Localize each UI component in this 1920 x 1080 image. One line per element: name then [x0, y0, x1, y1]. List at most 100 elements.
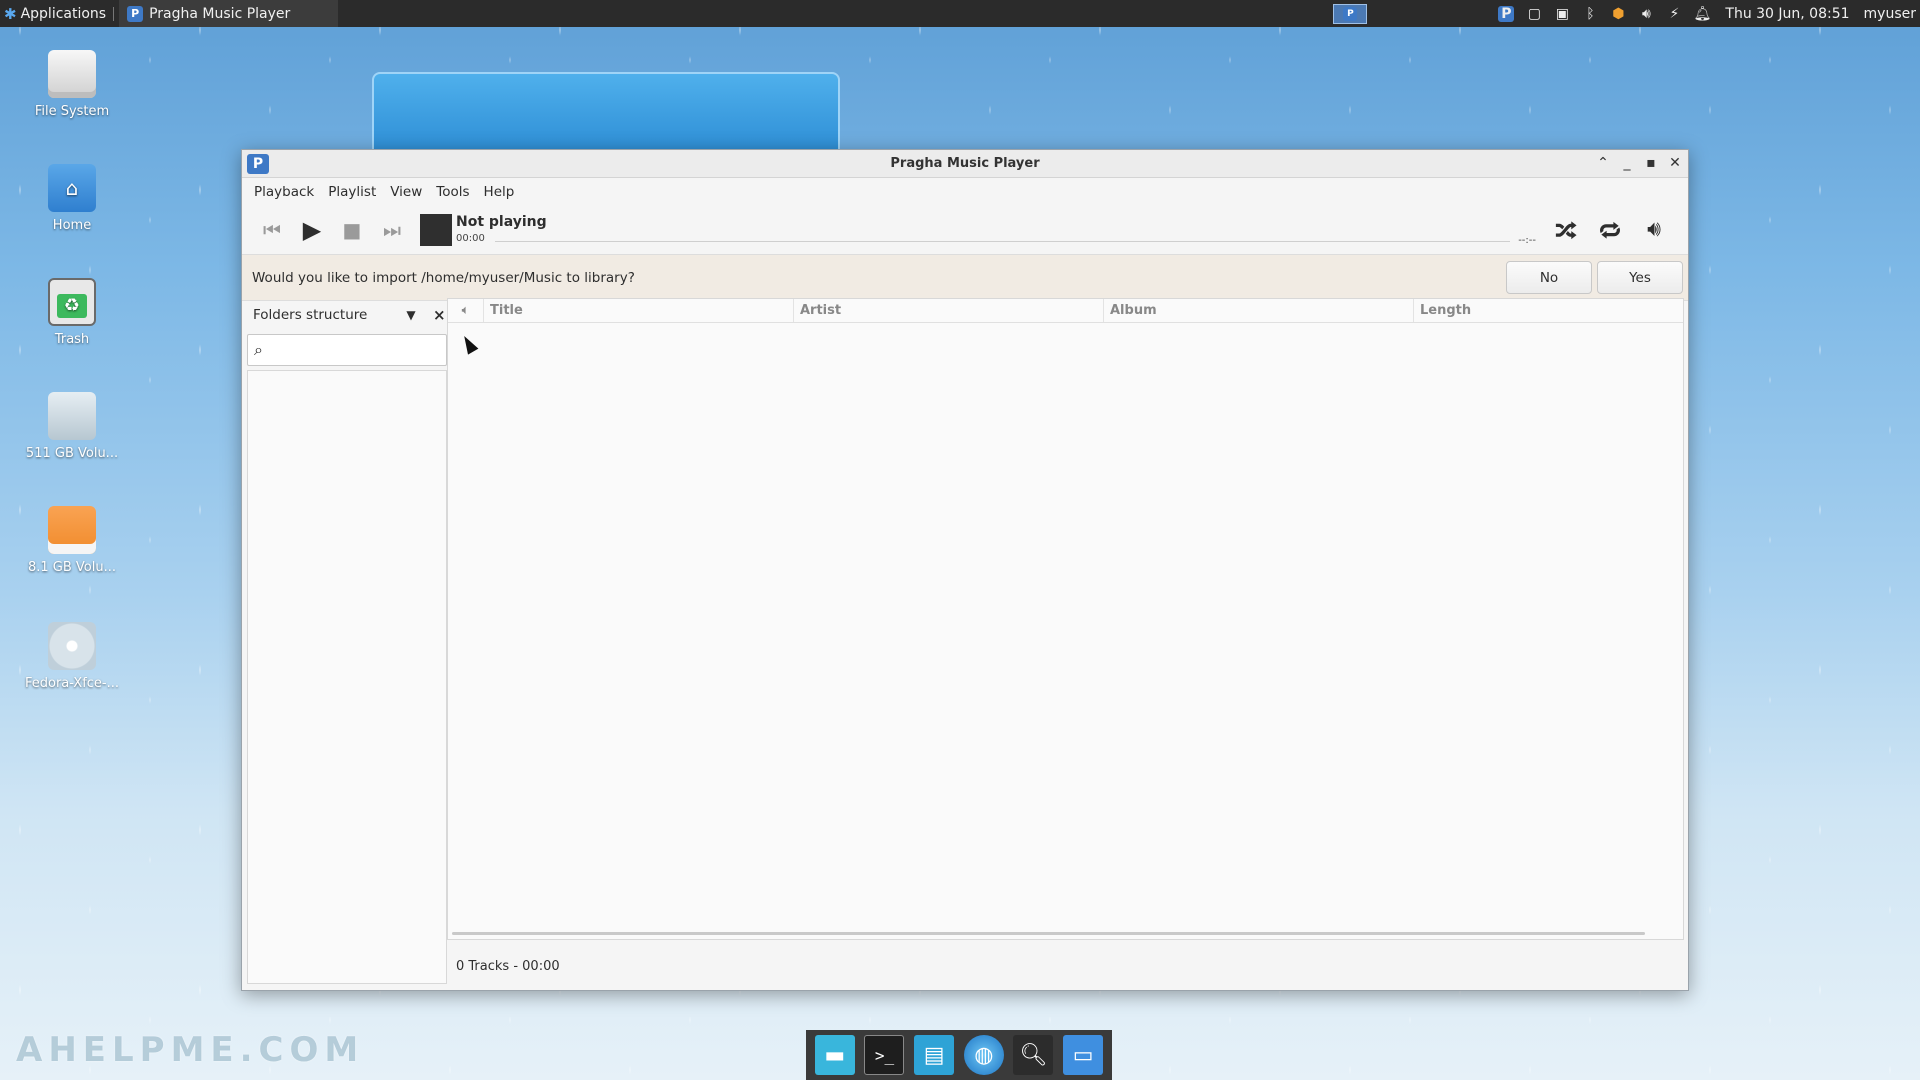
home-folder-icon: [48, 164, 96, 212]
drive-icon: [48, 50, 96, 98]
pragha-window: P Pragha Music Player ⌃ _ ▪ ✕ Playback P…: [241, 149, 1689, 991]
progress-bar[interactable]: [494, 240, 1511, 242]
system-tray: P ▢ ▣ ᛒ ⬢ 🔊︎ ⚡︎ 🔔︎: [1497, 5, 1712, 22]
play-icon: ▶: [302, 215, 322, 244]
dock: ▬ >_ ▤ ◍ 🔍︎ ▭: [806, 1030, 1112, 1080]
close-icon[interactable]: ✕: [1668, 154, 1682, 172]
volume-button[interactable]: 🔊︎: [1632, 211, 1676, 249]
yes-button[interactable]: Yes: [1597, 261, 1683, 294]
desktop-icon-8gb-volume[interactable]: 8.1 GB Volu...: [20, 506, 124, 575]
next-button[interactable]: ⏭︎: [372, 211, 412, 249]
library-search-input[interactable]: ⌕: [247, 334, 447, 366]
shuffle-button[interactable]: 🔀︎: [1544, 211, 1588, 249]
menu-tools[interactable]: Tools: [436, 184, 477, 200]
import-message: Would you like to import /home/myuser/Mu…: [252, 269, 635, 286]
stop-button[interactable]: ■: [332, 211, 372, 249]
album-art[interactable]: [420, 213, 452, 246]
clipboard-icon[interactable]: ▢: [1525, 6, 1543, 22]
column-length[interactable]: Length: [1414, 299, 1683, 322]
app-finder-icon[interactable]: 🔍︎: [1013, 1035, 1054, 1075]
shuffle-icon: 🔀︎: [1554, 219, 1577, 245]
update-shield-icon[interactable]: ⬢: [1609, 6, 1627, 22]
sidebar-mode-label[interactable]: Folders structure: [253, 307, 401, 323]
xfce-logo-icon: ✱: [4, 4, 17, 23]
bluetooth-icon[interactable]: ᛒ: [1581, 6, 1599, 22]
desktop-icon-label: Trash: [54, 332, 90, 347]
menu-help[interactable]: Help: [484, 184, 523, 200]
repeat-button[interactable]: 🔁︎: [1588, 211, 1632, 249]
duration-time: --:--: [1518, 234, 1536, 246]
dropdown-arrow-icon[interactable]: ▼: [401, 308, 421, 322]
desktop-icon-home[interactable]: Home: [20, 164, 124, 233]
menu-playback[interactable]: Playback: [254, 184, 322, 200]
file-manager-icon[interactable]: ▤: [914, 1035, 955, 1075]
stop-icon: ■: [342, 217, 362, 242]
menubar: Playback Playlist View Tools Help: [242, 178, 1688, 205]
menu-view[interactable]: View: [390, 184, 430, 200]
desktop-icon-fedora-disc[interactable]: Fedora-Xfce-...: [20, 622, 124, 691]
menu-playlist[interactable]: Playlist: [328, 184, 384, 200]
minimize-icon[interactable]: _: [1620, 154, 1634, 172]
clock[interactable]: Thu 30 Jun, 08:51: [1725, 6, 1849, 22]
window-controls: ⌃ _ ▪ ✕: [1596, 154, 1682, 172]
volume-icon[interactable]: 🔊︎: [1637, 6, 1655, 22]
playlist-view[interactable]: 🔈︎ Title Artist Album Length: [447, 298, 1684, 940]
play-button[interactable]: ▶: [292, 211, 332, 249]
library-sidebar: Folders structure ▼ × ⌕: [247, 298, 447, 984]
notification-bell-icon[interactable]: 🔔︎: [1693, 6, 1712, 22]
playback-toolbar: ⏮︎ ▶ ■ ⏭︎ Not playing 00:00 --:-- 🔀︎ 🔁︎ …: [242, 205, 1688, 255]
repeat-icon: 🔁︎: [1598, 219, 1621, 245]
horizontal-scrollbar[interactable]: [452, 932, 1645, 935]
window-title: Pragha Music Player: [890, 156, 1040, 171]
workspace-switcher[interactable]: P: [1333, 3, 1368, 24]
usb-drive-icon: [48, 506, 96, 554]
folder-tree[interactable]: [247, 370, 447, 984]
trash-icon: [48, 278, 96, 326]
desktop-icon-label: File System: [34, 104, 110, 119]
maximize-icon[interactable]: ▪: [1644, 154, 1658, 172]
taskbar-item-pragha[interactable]: P Pragha Music Player: [119, 0, 339, 27]
desktop-icon-label: Home: [52, 218, 92, 233]
taskbar-item-label: Pragha Music Player: [149, 5, 291, 22]
watermark: AHELPME.COM: [16, 1030, 365, 1070]
network-icon[interactable]: ▣: [1553, 6, 1571, 22]
web-browser-icon[interactable]: ◍: [963, 1035, 1004, 1075]
applications-menu-button[interactable]: ✱ Applications: [0, 0, 110, 27]
now-playing-label: Not playing: [456, 213, 547, 230]
search-icon: ⌕: [254, 340, 263, 359]
close-sidebar-icon[interactable]: ×: [433, 306, 447, 324]
column-title[interactable]: Title: [484, 299, 794, 322]
elapsed-time: 00:00: [456, 232, 485, 244]
skip-forward-icon: ⏭︎: [383, 217, 401, 242]
skip-back-icon: ⏮︎: [263, 217, 281, 242]
terminal-icon[interactable]: >_: [864, 1035, 905, 1075]
status-bar: 0 Tracks - 00:00: [456, 959, 560, 974]
desktop-icon-label: Fedora-Xfce-...: [24, 676, 120, 691]
drive-icon: [48, 392, 96, 440]
background-window[interactable]: [372, 72, 840, 152]
volume-icon: 🔊︎: [1647, 217, 1661, 242]
user-menu[interactable]: myuser: [1864, 6, 1916, 22]
now-playing-area: Not playing 00:00 --:--: [456, 214, 1544, 246]
desktop-icon-trash[interactable]: Trash: [20, 278, 124, 347]
window-titlebar[interactable]: P Pragha Music Player ⌃ _ ▪ ✕: [242, 150, 1688, 178]
shade-icon[interactable]: ⌃: [1596, 154, 1610, 172]
desktop-icon-label: 511 GB Volu...: [25, 446, 119, 461]
playing-column-header[interactable]: 🔈︎: [448, 299, 484, 322]
show-desktop-icon[interactable]: ▬: [814, 1035, 855, 1075]
power-icon[interactable]: ⚡︎: [1665, 6, 1683, 22]
pragha-tray-icon[interactable]: P: [1497, 5, 1515, 22]
previous-button[interactable]: ⏮︎: [252, 211, 292, 249]
applications-label: Applications: [20, 5, 107, 22]
speaker-icon: 🔈︎: [461, 303, 470, 318]
import-infobar: Would you like to import /home/myuser/Mu…: [242, 255, 1688, 301]
no-button[interactable]: No: [1506, 261, 1592, 294]
top-panel: ✱ Applications P Pragha Music Player P P…: [0, 0, 1920, 27]
folder-icon[interactable]: ▭: [1063, 1035, 1104, 1075]
desktop-icon-511gb-volume[interactable]: 511 GB Volu...: [20, 392, 124, 461]
column-album[interactable]: Album: [1104, 299, 1414, 322]
desktop-icon-file-system[interactable]: File System: [20, 50, 124, 119]
pragha-icon: P: [127, 5, 144, 22]
column-artist[interactable]: Artist: [794, 299, 1104, 322]
pragha-mini-icon: P: [1343, 6, 1358, 21]
